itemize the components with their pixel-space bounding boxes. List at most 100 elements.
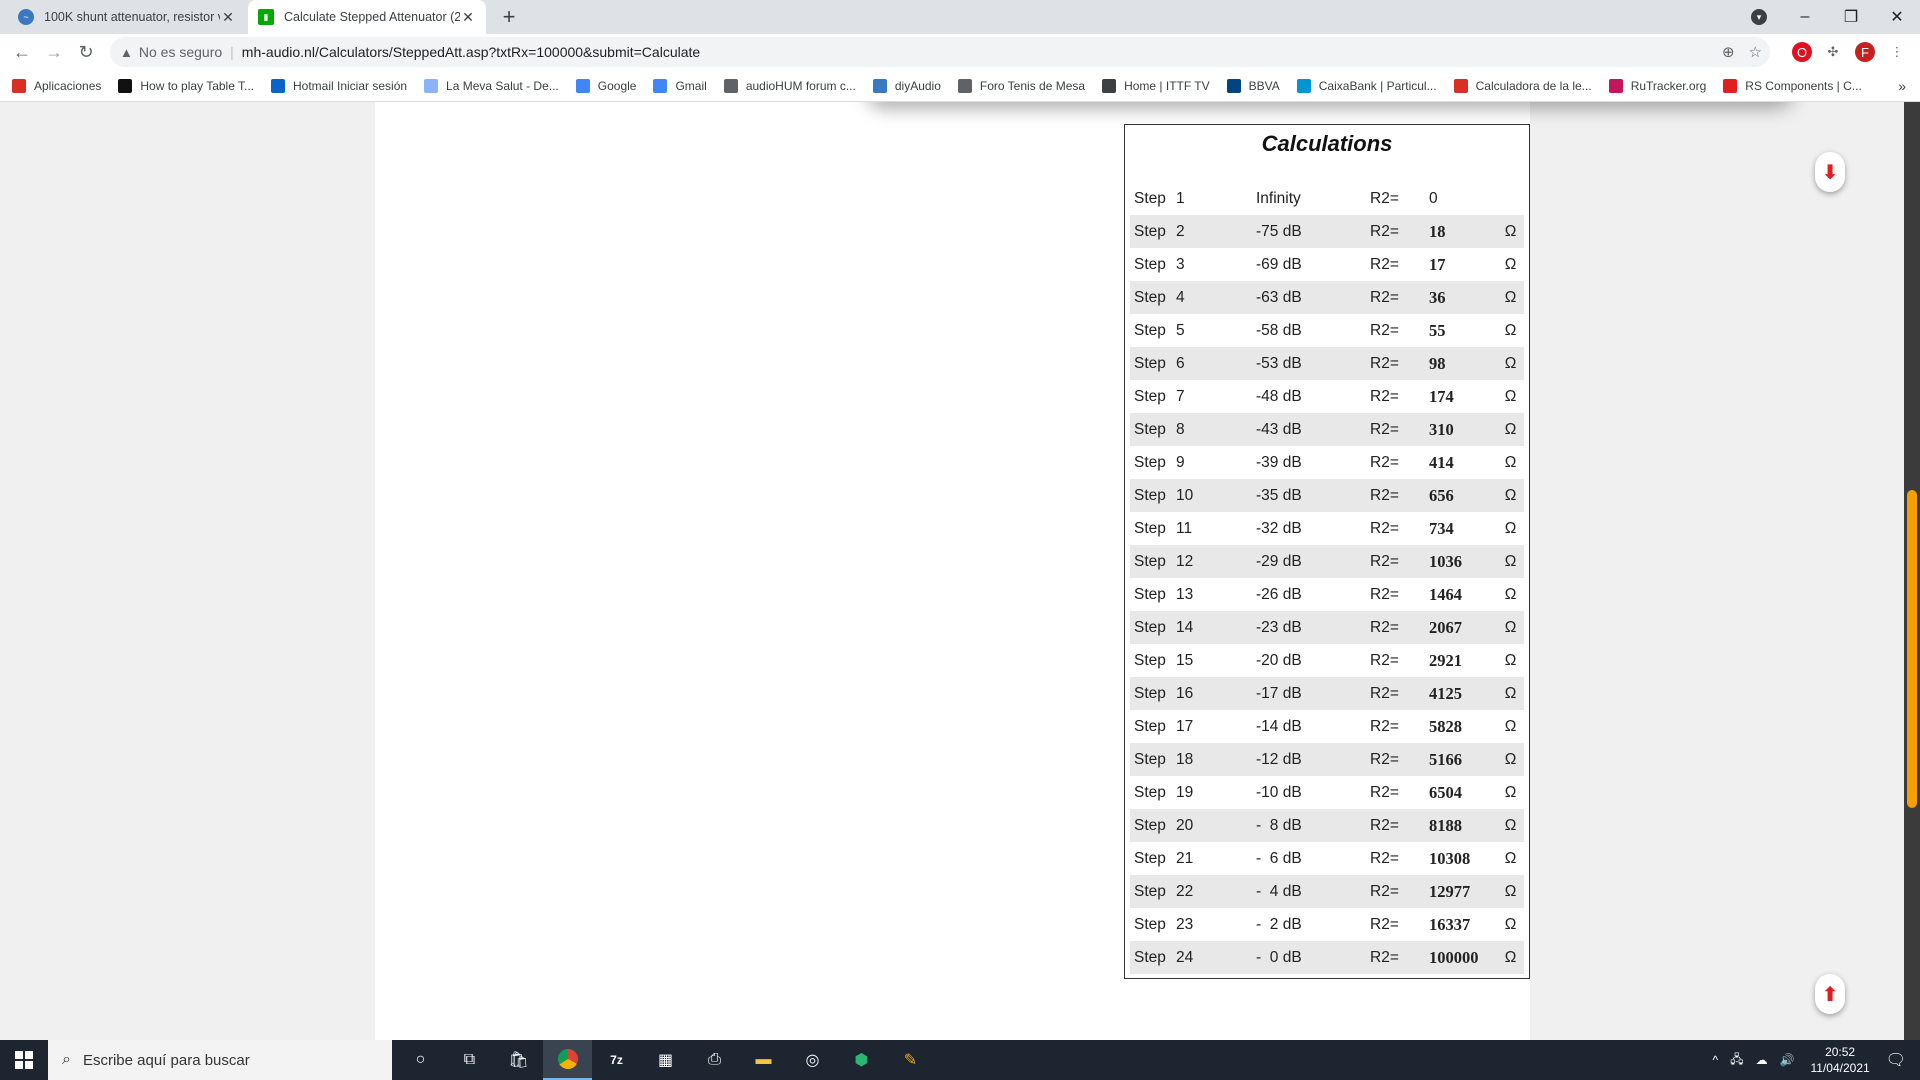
tab-shunt-attenuator[interactable]: ~ 100K shunt attenuator, resistor v ✕: [8, 0, 246, 34]
security-status[interactable]: No es seguro: [139, 44, 222, 60]
step-label: Step: [1134, 453, 1166, 471]
bookmark-14[interactable]: RS Components | C...: [1723, 78, 1862, 93]
bookmark-10[interactable]: BBVA: [1226, 78, 1280, 93]
close-tab-icon[interactable]: ✕: [220, 9, 236, 26]
onedrive-cloud-icon[interactable]: ☁: [1756, 1053, 1768, 1067]
bookmark-label: Hotmail Iniciar sesión: [293, 78, 408, 93]
printer-icon[interactable]: ⎙: [690, 1040, 739, 1080]
bookmark-13[interactable]: RuTracker.org: [1608, 78, 1706, 93]
tab-search-icon[interactable]: ▾: [1751, 9, 1767, 25]
step-number: 8: [1176, 413, 1256, 446]
menu-kebab-icon[interactable]: ⋮: [1887, 42, 1907, 62]
taskbar-search-input[interactable]: ⌕ Escribe aquí para buscar: [48, 1040, 392, 1080]
start-button[interactable]: [0, 1040, 48, 1080]
reload-icon[interactable]: ↻: [70, 42, 102, 63]
taskbar-apps: ○ ⧉ 🛍 7z ▦ ⎙ ▬ ◎ ⬢ ✎: [396, 1040, 935, 1080]
bookmark-1[interactable]: How to play Table T...: [118, 78, 254, 93]
bookmark-2[interactable]: Hotmail Iniciar sesión: [271, 78, 408, 93]
vpn-shield-icon[interactable]: ⬢: [837, 1040, 886, 1080]
step-attenuation: Infinity: [1256, 189, 1301, 207]
bookmark-5[interactable]: Gmail: [653, 78, 707, 93]
step-number: 4: [1176, 281, 1256, 314]
step-attenuation: - 8 dB: [1256, 809, 1370, 842]
bookmark-4[interactable]: Google: [575, 78, 636, 93]
volume-icon[interactable]: 🔊: [1780, 1053, 1795, 1067]
scroll-down-button[interactable]: ⬇: [1815, 152, 1845, 192]
7zip-icon[interactable]: 7z: [592, 1040, 641, 1080]
bookmark-12[interactable]: Calculadora de la le...: [1453, 78, 1592, 93]
step-label: Step: [1130, 875, 1176, 908]
clock-date: 11/04/2021: [1810, 1061, 1870, 1075]
search-placeholder: Escribe aquí para buscar: [82, 1051, 250, 1069]
address-bar[interactable]: ▲ No es seguro | mh-audio.nl/Calculators…: [110, 37, 1770, 67]
step-attenuation: -32 dB: [1256, 519, 1302, 537]
r2-label: R2=: [1370, 651, 1399, 669]
opera-extension-icon[interactable]: O: [1792, 42, 1812, 62]
ohm-unit: Ω: [1497, 743, 1524, 776]
chrome-icon[interactable]: [543, 1040, 592, 1080]
step-attenuation: -29 dB: [1256, 545, 1370, 578]
table-row: Step 24- 0 dB R2= 100000 Ω: [1130, 941, 1524, 974]
table-row: Step 9 -39 dB R2= 414 Ω: [1130, 446, 1524, 479]
ohm-unit: Ω: [1504, 651, 1517, 669]
tab-stepped-attenuator[interactable]: ▮ Calculate Stepped Attenuator (24 ✕: [248, 0, 486, 34]
page-scrollbar[interactable]: [1904, 102, 1920, 1040]
r2-value: 36: [1429, 281, 1497, 314]
ittf-icon: [1102, 78, 1117, 93]
profile-avatar[interactable]: F: [1855, 42, 1875, 62]
r2-value: 0: [1429, 189, 1438, 207]
store-icon[interactable]: 🛍: [494, 1040, 543, 1080]
web-page: Calculations Step 1 Infinity R2= 0 Step 2…: [0, 102, 1904, 1040]
unit: [1497, 182, 1524, 215]
notifications-icon[interactable]: 🗨: [1886, 1050, 1906, 1070]
calculator-icon[interactable]: ▦: [641, 1040, 690, 1080]
bookmark-8[interactable]: Foro Tenis de Mesa: [957, 78, 1085, 93]
google-icon: [575, 78, 590, 93]
table-row: Step 3 -69 dB R2= 17 Ω: [1130, 248, 1524, 281]
new-tab-button[interactable]: +: [496, 4, 522, 30]
step-label: Step: [1134, 255, 1166, 273]
calculations-panel: Calculations Step 1 Infinity R2= 0 Step 2…: [1124, 124, 1530, 979]
extensions-puzzle-icon[interactable]: ✣: [1823, 42, 1843, 62]
r2-label: R2=: [1370, 611, 1429, 644]
scrollbar-thumb[interactable]: [1907, 490, 1917, 808]
zoom-icon[interactable]: ⊕: [1722, 43, 1735, 61]
forward-icon[interactable]: →: [38, 42, 70, 63]
file-explorer-icon[interactable]: ▬: [739, 1040, 788, 1080]
scroll-up-button[interactable]: ⬆: [1815, 974, 1845, 1014]
bookmark-7[interactable]: diyAudio: [872, 78, 941, 93]
url-text[interactable]: mh-audio.nl/Calculators/SteppedAtt.asp?t…: [242, 44, 700, 60]
table-row: Step 22- 4 dB R2= 12977 Ω: [1130, 875, 1524, 908]
restore-icon[interactable]: ❐: [1828, 7, 1874, 27]
diyaudio-icon: ~: [18, 9, 34, 25]
back-icon[interactable]: ←: [6, 42, 38, 63]
close-window-icon[interactable]: ✕: [1874, 7, 1920, 27]
bookmark-star-icon[interactable]: ☆: [1749, 43, 1762, 61]
step-number: 1: [1176, 189, 1185, 207]
ohm-unit: Ω: [1504, 321, 1517, 339]
network-icon[interactable]: 🖧: [1730, 1050, 1743, 1071]
table-row: Step 10 -35 dB R2= 656 Ω: [1130, 479, 1524, 512]
cortana-icon[interactable]: ○: [396, 1040, 445, 1080]
bookmark-3[interactable]: La Meva Salut - De...: [424, 78, 559, 93]
more-bookmarks-icon[interactable]: »: [1898, 78, 1906, 94]
minimize-icon[interactable]: –: [1782, 8, 1828, 26]
step-label: Step: [1130, 809, 1176, 842]
warning-icon[interactable]: ▲: [120, 45, 133, 60]
step-attenuation: -20 dB: [1256, 651, 1302, 669]
close-tab-icon[interactable]: ✕: [460, 9, 476, 26]
r2-value: 16337: [1429, 914, 1471, 934]
r2-value: 5166: [1429, 743, 1497, 776]
notepad-icon[interactable]: ✎: [886, 1040, 935, 1080]
task-view-icon[interactable]: ⧉: [445, 1040, 494, 1080]
chevron-up-icon[interactable]: ^: [1713, 1053, 1719, 1067]
bookmark-9[interactable]: Home | ITTF TV: [1102, 78, 1210, 93]
bookmark-11[interactable]: CaixaBank | Particul...: [1296, 78, 1437, 93]
step-label: Step: [1134, 387, 1166, 405]
steam-icon[interactable]: ◎: [788, 1040, 837, 1080]
bookmark-6[interactable]: audioHUM forum c...: [723, 78, 856, 93]
table-row: Step 6 -53 dB R2= 98 Ω: [1130, 347, 1524, 380]
clock[interactable]: 20:52 11/04/2021: [1811, 1044, 1870, 1076]
step-attenuation: - 0 dB: [1256, 941, 1370, 974]
bookmark-0[interactable]: Aplicaciones: [12, 78, 101, 93]
